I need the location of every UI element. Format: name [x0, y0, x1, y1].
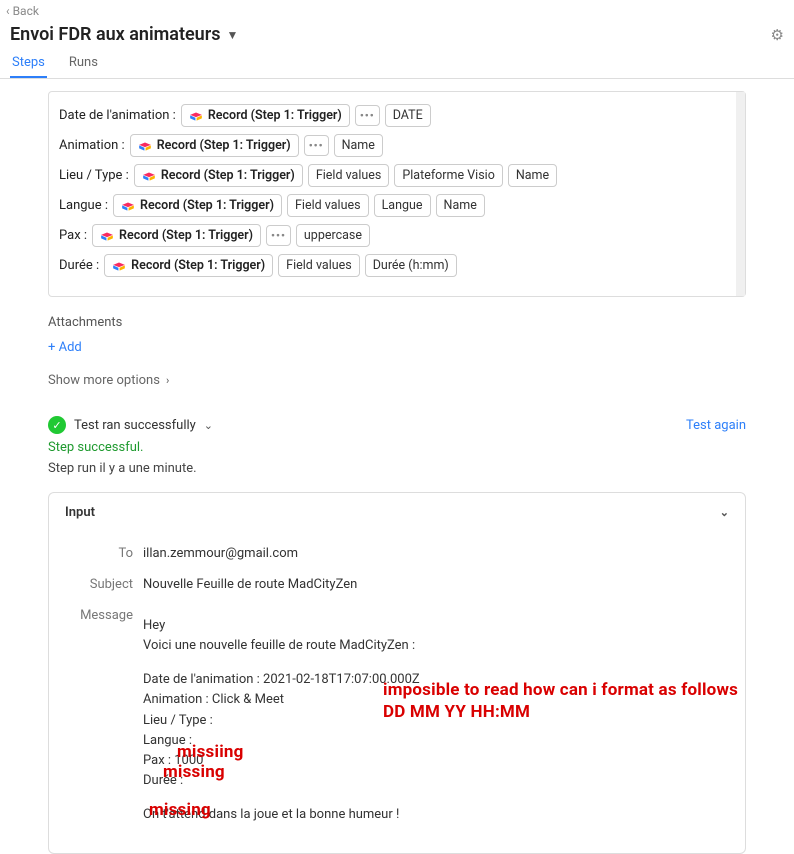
param-token[interactable]: Langue — [374, 194, 431, 217]
row-label: Date de l'animation : — [59, 108, 176, 123]
param-token[interactable]: Durée (h:mm) — [365, 254, 457, 277]
editor-row: Durée : Record (Step 1: Trigger)Field val… — [59, 254, 735, 277]
record-token[interactable]: Record (Step 1: Trigger) — [113, 194, 282, 217]
more-token[interactable]: ••• — [355, 105, 380, 126]
param-token[interactable]: Field values — [278, 254, 360, 277]
annotation-format-1: imposible to read how can i format as fo… — [383, 680, 738, 700]
editor-row: Animation : Record (Step 1: Trigger)•••Na… — [59, 134, 735, 157]
annotation-missing-3: missing — [149, 800, 211, 820]
test-status[interactable]: ✓ Test ran successfully ⌄ — [48, 416, 213, 434]
message-editor[interactable]: Date de l'animation : Record (Step 1: Tri… — [48, 91, 746, 297]
editor-row: Pax : Record (Step 1: Trigger)•••uppercas… — [59, 224, 735, 247]
show-more-label: Show more options — [48, 373, 160, 388]
annotation-missing-2: missing — [163, 762, 225, 782]
annotation-format-2: DD MM YY HH:MM — [383, 702, 530, 722]
test-again-button[interactable]: Test again — [686, 418, 746, 433]
param-token[interactable]: DATE — [385, 104, 431, 127]
test-status-text: Test ran successfully — [74, 418, 196, 433]
back-link[interactable]: ‹ Back — [0, 0, 794, 18]
step-success-text: Step successful. — [48, 440, 746, 455]
step-time-text: Step run il y a une minute. — [48, 461, 746, 476]
row-label: Langue : — [59, 198, 108, 213]
param-token[interactable]: Name — [334, 134, 383, 157]
param-token[interactable]: uppercase — [296, 224, 370, 247]
record-token[interactable]: Record (Step 1: Trigger) — [104, 254, 273, 277]
input-panel-header[interactable]: Input ⌄ — [49, 493, 745, 532]
scrollbar[interactable] — [736, 92, 745, 296]
show-more-options[interactable]: Show more options › — [48, 373, 746, 388]
airtable-icon — [189, 109, 203, 123]
chevron-down-icon: ▼ — [226, 28, 238, 42]
field-to: To illan.zemmour@gmail.com — [77, 538, 717, 569]
tabs: Steps Runs — [0, 47, 794, 79]
airtable-icon — [100, 229, 114, 243]
page-title[interactable]: Envoi FDR aux animateurs ▼ — [10, 24, 238, 45]
chevron-down-icon: ⌄ — [204, 419, 213, 432]
field-subject: Subject Nouvelle Feuille de route MadCit… — [77, 569, 717, 600]
more-token[interactable]: ••• — [266, 225, 291, 246]
editor-row: Lieu / Type : Record (Step 1: Trigger)Fie… — [59, 164, 735, 187]
attachments-label: Attachments — [48, 315, 746, 330]
airtable-icon — [112, 259, 126, 273]
editor-row: Langue : Record (Step 1: Trigger)Field va… — [59, 194, 735, 217]
airtable-icon — [138, 139, 152, 153]
title-text: Envoi FDR aux animateurs — [10, 24, 220, 45]
airtable-icon — [142, 169, 156, 183]
record-token[interactable]: Record (Step 1: Trigger) — [181, 104, 350, 127]
param-token[interactable]: Name — [508, 164, 557, 187]
add-attachment-button[interactable]: + Add — [48, 340, 746, 355]
record-token[interactable]: Record (Step 1: Trigger) — [92, 224, 261, 247]
tab-runs[interactable]: Runs — [67, 47, 100, 78]
check-icon: ✓ — [48, 416, 66, 434]
row-label: Pax : — [59, 228, 87, 243]
param-token[interactable]: Field values — [308, 164, 390, 187]
input-body: To illan.zemmour@gmail.com Subject Nouve… — [49, 532, 745, 853]
airtable-icon — [121, 199, 135, 213]
settings-icon[interactable]: ⚙ — [771, 26, 784, 44]
param-token[interactable]: Name — [436, 194, 485, 217]
input-panel: Input ⌄ To illan.zemmour@gmail.com Subje… — [48, 492, 746, 854]
param-token[interactable]: Plateforme Visio — [394, 164, 502, 187]
record-token[interactable]: Record (Step 1: Trigger) — [134, 164, 303, 187]
row-label: Lieu / Type : — [59, 168, 129, 183]
tab-steps[interactable]: Steps — [10, 47, 47, 78]
more-token[interactable]: ••• — [304, 135, 329, 156]
param-token[interactable]: Field values — [287, 194, 369, 217]
editor-row: Date de l'animation : Record (Step 1: Tri… — [59, 104, 735, 127]
input-header-label: Input — [65, 505, 95, 520]
row-label: Durée : — [59, 258, 99, 273]
record-token[interactable]: Record (Step 1: Trigger) — [130, 134, 299, 157]
message-line: Durée : — [143, 771, 717, 791]
row-label: Animation : — [59, 138, 125, 153]
annotation-missing-1: missiing — [177, 742, 244, 762]
chevron-down-icon: ⌄ — [720, 506, 729, 519]
chevron-right-icon: › — [166, 374, 169, 387]
